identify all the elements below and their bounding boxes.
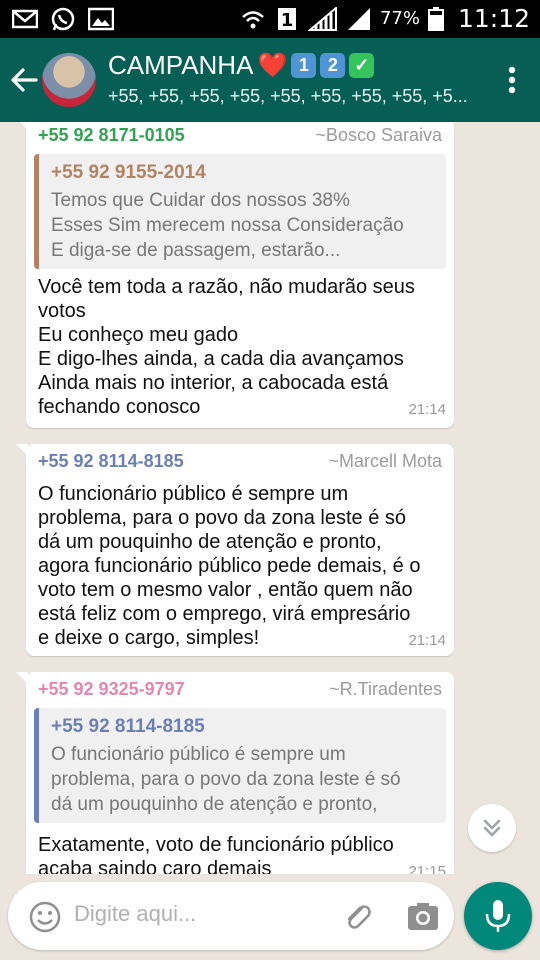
message-line: Você tem toda a razão, não mudarão seus <box>38 276 415 298</box>
message-line: votos <box>38 300 86 322</box>
quoted-line: dá um pouquinho de atenção e pronto, <box>51 794 378 815</box>
quoted-message[interactable]: +55 92 9155-2014 Temos que Cuidar dos no… <box>34 154 446 269</box>
group-title[interactable]: CAMPANHA ❤️ 1 2 ✓ <box>108 50 375 81</box>
status-left-icons <box>12 7 114 31</box>
quoted-line: O funcionário público é sempre um <box>51 744 346 765</box>
message-line: agora funcionário público pede demais, é… <box>38 555 421 577</box>
quoted-line: Temos que Cuidar dos nossos 38% <box>51 190 350 211</box>
message-line: Ainda mais no interior, a cabocada está <box>38 372 389 394</box>
sender-number[interactable]: +55 92 9325-9797 <box>38 679 185 700</box>
message-line: voto tem o mesmo valor , então quem não <box>38 579 413 601</box>
chat-header: CAMPANHA ❤️ 1 2 ✓ +55, +55, +55, +55, +5… <box>0 38 540 122</box>
heart-icon: ❤️ <box>257 52 288 79</box>
mic-button[interactable] <box>464 882 532 950</box>
message-list[interactable]: +55 92 8171-0105 ~Bosco Saraiva +55 92 9… <box>0 122 540 874</box>
quoted-line: Esses Sim merecem nossa Consideração <box>51 215 404 236</box>
badge-1: 1 <box>291 53 317 78</box>
message-bubble[interactable]: +55 92 8114-8185 ~Marcell Mota O funcion… <box>16 444 454 656</box>
message-line: problema, para o povo da zona leste é só <box>38 507 407 529</box>
sender-row: +55 92 8171-0105 ~Bosco Saraiva <box>26 122 454 146</box>
status-bar: 1 77% 11:12 <box>0 0 540 38</box>
quoted-text: O funcionário público é sempre um proble… <box>51 742 434 817</box>
sender-name: ~R.Tiradentes <box>329 679 442 699</box>
message-bubble[interactable]: +55 92 9325-9797 ~R.Tiradentes +55 92 81… <box>16 672 454 874</box>
message-text: O funcionário público é sempre um proble… <box>26 472 454 650</box>
quoted-text: Temos que Cuidar dos nossos 38% Esses Si… <box>51 188 434 263</box>
wifi-icon <box>242 10 264 28</box>
sender-number[interactable]: +55 92 8114-8185 <box>38 451 184 472</box>
mic-icon <box>485 900 511 932</box>
message-bubble[interactable]: +55 92 8171-0105 ~Bosco Saraiva +55 92 9… <box>16 122 454 428</box>
sim1-icon: 1 <box>277 7 296 31</box>
mail-icon <box>12 9 38 29</box>
quoted-line: problema, para o povo da zona leste é só <box>51 769 401 790</box>
message-line: E digo-lhes ainda, a cada dia avançamos <box>38 348 404 370</box>
group-avatar[interactable] <box>42 53 96 107</box>
message-line: O funcionário público é sempre um <box>38 483 349 505</box>
quoted-sender: +55 92 8114-8185 <box>51 716 205 737</box>
quoted-message[interactable]: +55 92 8114-8185 O funcionário público é… <box>34 708 446 823</box>
emoji-icon[interactable] <box>28 900 62 934</box>
quoted-line: E diga-se de passagem, estarão... <box>51 240 341 261</box>
scroll-to-bottom-button[interactable] <box>468 804 516 852</box>
sender-row: +55 92 8114-8185 ~Marcell Mota <box>26 444 454 472</box>
message-line: Exatamente, voto de funcionário público <box>38 834 394 856</box>
message-text: Você tem toda a razão, não mudarão seus … <box>26 269 454 419</box>
message-composer[interactable]: Digite aqui... <box>8 882 454 950</box>
sender-name: ~Bosco Saraiva <box>315 125 442 145</box>
image-icon <box>88 7 114 31</box>
signal-icon <box>307 6 337 31</box>
battery-percent: 77% <box>379 8 420 29</box>
double-chevron-down-icon <box>483 819 501 837</box>
camera-icon[interactable] <box>406 900 440 934</box>
signal-2-icon <box>347 7 370 30</box>
message-line: Eu conheço meu gado <box>38 324 239 346</box>
status-right: 1 77% 11:12 <box>240 4 530 33</box>
sender-row: +55 92 9325-9797 ~R.Tiradentes <box>26 672 454 700</box>
message-input[interactable]: Digite aqui... <box>74 901 196 927</box>
group-title-text: CAMPANHA <box>108 50 254 80</box>
checkmark-icon: ✓ <box>349 53 375 78</box>
clock: 11:12 <box>457 4 530 33</box>
sender-number[interactable]: +55 92 8171-0105 <box>38 125 185 146</box>
back-arrow-icon[interactable] <box>10 66 38 94</box>
more-options-icon[interactable] <box>508 66 516 94</box>
sender-name: ~Marcell Mota <box>328 451 442 471</box>
badge-2: 2 <box>320 53 346 78</box>
battery-icon <box>427 6 444 31</box>
attach-icon[interactable] <box>340 900 374 934</box>
quoted-sender: +55 92 9155-2014 <box>51 162 206 183</box>
message-line: dá um pouquinho de atenção e pronto, <box>38 531 382 553</box>
whatsapp-icon <box>51 7 75 31</box>
svg-text:1: 1 <box>281 10 294 31</box>
participants-list[interactable]: +55, +55, +55, +55, +55, +55, +55, +55, … <box>108 86 488 107</box>
message-line: está feliz com o emprego, virá empresári… <box>38 603 411 625</box>
